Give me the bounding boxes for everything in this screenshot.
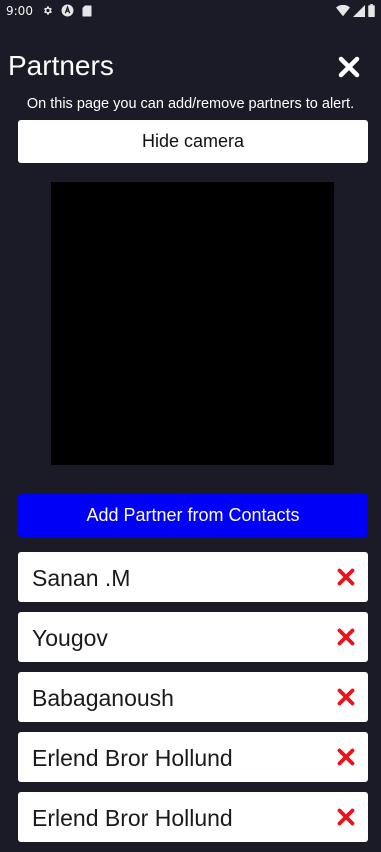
partner-name: Yougov xyxy=(32,625,108,651)
partner-name: Sanan .M xyxy=(32,565,131,591)
hide-camera-button[interactable]: Hide camera xyxy=(18,120,368,163)
remove-icon xyxy=(337,688,355,706)
page-title: Partners xyxy=(8,50,114,81)
partner-item: Erlend Bror Hollund xyxy=(18,792,368,842)
sd-card-icon xyxy=(82,5,92,16)
remove-icon xyxy=(337,568,355,586)
at-icon xyxy=(61,4,74,17)
signal-icon xyxy=(353,4,365,17)
close-button[interactable] xyxy=(337,55,361,79)
partner-name: Erlend Bror Hollund xyxy=(32,745,233,771)
remove-icon xyxy=(337,628,355,646)
remove-partner-button[interactable] xyxy=(337,628,355,646)
remove-partner-button[interactable] xyxy=(337,688,355,706)
remove-icon xyxy=(337,808,355,826)
remove-partner-button[interactable] xyxy=(337,808,355,826)
hide-camera-label: Hide camera xyxy=(141,131,245,151)
status-icons-right xyxy=(336,4,375,17)
remove-partner-button[interactable] xyxy=(337,748,355,766)
remove-icon xyxy=(337,748,355,766)
partner-list: Sanan .M Yougov Babaganoush Erlend Bror … xyxy=(18,552,368,852)
wifi-icon xyxy=(336,4,350,16)
status-icons-left xyxy=(42,4,92,17)
header: Partners xyxy=(0,48,381,88)
partner-name: Babaganoush xyxy=(32,685,174,711)
gear-icon xyxy=(44,6,52,15)
battery-icon xyxy=(368,4,375,17)
page-description: On this page you can add/remove partners… xyxy=(26,96,355,112)
status-time: 9:00 xyxy=(6,4,33,18)
partner-item: Babaganoush xyxy=(18,672,368,722)
partner-name: Erlend Bror Hollund xyxy=(32,805,233,831)
camera-preview xyxy=(51,182,334,465)
close-icon xyxy=(338,56,360,78)
partner-item: Erlend Bror Hollund xyxy=(18,732,368,782)
remove-partner-button[interactable] xyxy=(337,568,355,586)
add-partner-label: Add Partner from Contacts xyxy=(86,505,300,525)
partner-item: Yougov xyxy=(18,612,368,662)
partner-item: Sanan .M xyxy=(18,552,368,602)
add-partner-from-contacts-button[interactable]: Add Partner from Contacts xyxy=(18,494,368,537)
status-bar: 9:00 xyxy=(0,0,381,24)
